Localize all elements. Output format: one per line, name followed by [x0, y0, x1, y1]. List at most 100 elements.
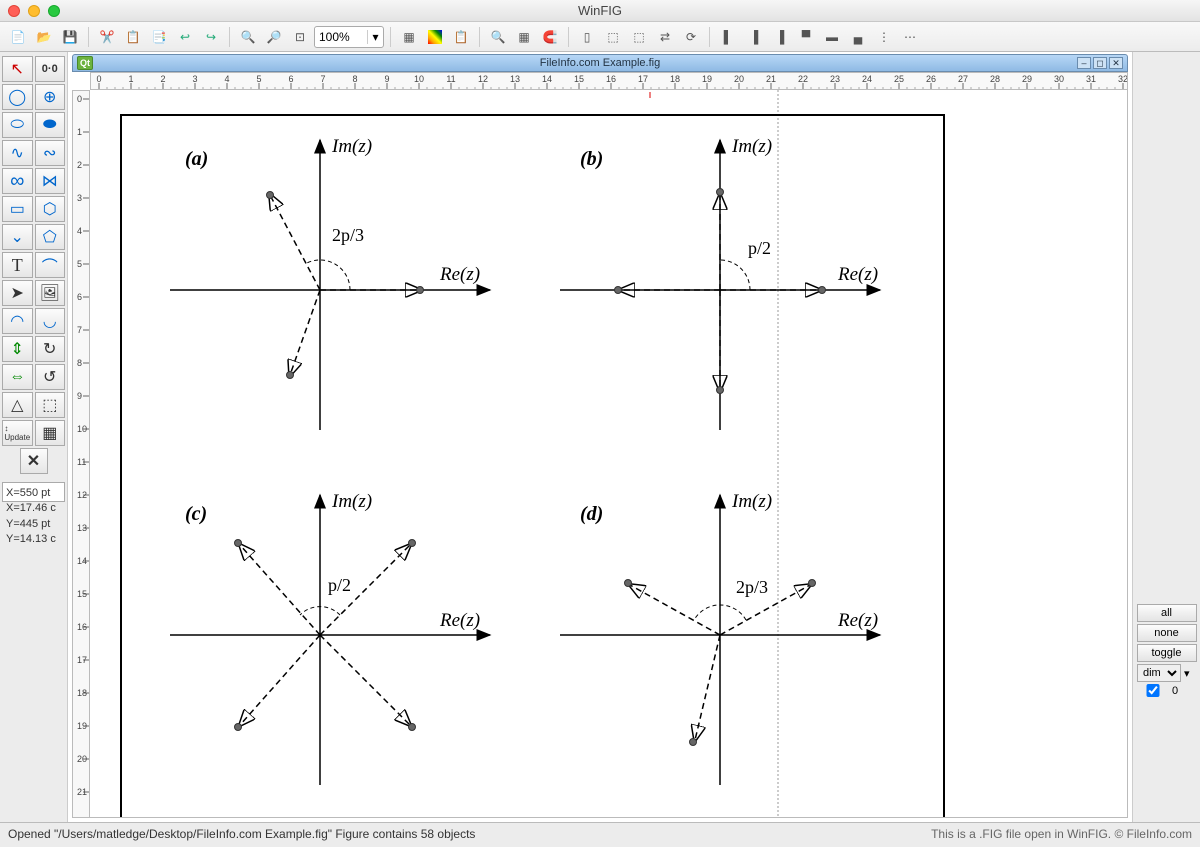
distribute-v-button[interactable]: ⋯	[898, 26, 922, 48]
rotate-cw-tool[interactable]: ↻	[35, 336, 66, 362]
statusbar: Opened "/Users/matledge/Desktop/FileInfo…	[0, 822, 1200, 844]
align-right-button[interactable]: ▐	[768, 26, 792, 48]
pointer-tool[interactable]: ↖	[2, 56, 33, 82]
none-button[interactable]: none	[1137, 624, 1197, 642]
image-tool[interactable]: 🖼	[35, 280, 66, 306]
handle[interactable]	[408, 539, 416, 547]
pie-arc-tool[interactable]: ◡	[35, 308, 66, 334]
spline-closed-tool[interactable]: ∾	[35, 140, 66, 166]
handle[interactable]	[808, 579, 816, 587]
align-middle-button[interactable]: ▬	[820, 26, 844, 48]
library-tool[interactable]: ▦	[35, 420, 66, 446]
doc-max-icon[interactable]: ◻	[1093, 57, 1107, 69]
cut-button[interactable]: ✂️	[95, 26, 119, 48]
doc-close-icon[interactable]: ✕	[1109, 57, 1123, 69]
handle[interactable]	[818, 286, 826, 294]
distribute-h-button[interactable]: ⋮	[872, 26, 896, 48]
zoom-input[interactable]	[315, 28, 367, 46]
zoom-text-tool[interactable]: 0·0	[35, 56, 66, 82]
svg-text:2: 2	[77, 160, 82, 170]
rotate-ccw-tool[interactable]: ↺	[35, 364, 66, 390]
new-file-button[interactable]: 📄	[6, 26, 30, 48]
flip-button[interactable]: ⇄	[653, 26, 677, 48]
dim-select[interactable]: dim	[1137, 664, 1181, 682]
handle[interactable]	[408, 723, 416, 731]
handle[interactable]	[689, 738, 697, 746]
grid-snap-button[interactable]: ▦	[512, 26, 536, 48]
magnet-button[interactable]: 🧲	[538, 26, 562, 48]
polygon-tool[interactable]: ⬡	[35, 196, 66, 222]
clipboard-button[interactable]: 📋	[449, 26, 473, 48]
colors-button[interactable]	[423, 26, 447, 48]
svg-text:9: 9	[384, 74, 389, 84]
zoom-dropdown-icon[interactable]: ▾	[367, 30, 383, 44]
rotate-button[interactable]: ⟳	[679, 26, 703, 48]
copy-button[interactable]: 📋	[121, 26, 145, 48]
ungroup-button[interactable]: ⬚	[627, 26, 651, 48]
handle[interactable]	[286, 371, 294, 379]
flip-h-tool[interactable]: ⇔	[2, 364, 33, 390]
align-bottom-button[interactable]: ▄	[846, 26, 870, 48]
handle[interactable]	[716, 188, 724, 196]
maximize-icon[interactable]	[48, 5, 60, 17]
doc-min-icon[interactable]: –	[1077, 57, 1091, 69]
handle[interactable]	[234, 723, 242, 731]
spline-open-tool[interactable]: ∿	[2, 140, 33, 166]
all-button[interactable]: all	[1137, 604, 1197, 622]
text-tool[interactable]: T	[2, 252, 33, 278]
rectangle-tool[interactable]: ▭	[2, 196, 33, 222]
save-file-button[interactable]: 💾	[58, 26, 82, 48]
svg-text:11: 11	[446, 74, 455, 84]
search-button[interactable]: 🔍	[486, 26, 510, 48]
ellipse-tool[interactable]: ◯	[2, 84, 33, 110]
document-titlebar: Qt FileInfo.com Example.fig – ◻ ✕	[72, 54, 1128, 72]
group-button[interactable]: ⬚	[601, 26, 625, 48]
update-tool[interactable]: ↕Update	[2, 420, 33, 446]
align-left-button[interactable]: ▌	[716, 26, 740, 48]
zoom-combo[interactable]: ▾	[314, 26, 384, 48]
flip-v-tool[interactable]: ⇕	[2, 336, 33, 362]
align-top-button[interactable]: ▀	[794, 26, 818, 48]
svg-text:3: 3	[192, 74, 197, 84]
align-center-button[interactable]: ▐	[742, 26, 766, 48]
svg-text:19: 19	[77, 721, 87, 731]
undo-button[interactable]: ↩	[173, 26, 197, 48]
document-area: Qt FileInfo.com Example.fig – ◻ ✕ 012345…	[68, 52, 1132, 822]
select-area-tool[interactable]: ⬚	[35, 392, 66, 418]
paste-button[interactable]: 📑	[147, 26, 171, 48]
open-file-button[interactable]: 📂	[32, 26, 56, 48]
zoom-in-button[interactable]: 🔍	[236, 26, 260, 48]
ellipse-center-tool[interactable]: ⊕	[35, 84, 66, 110]
arrow-tool[interactable]: ➤	[2, 280, 33, 306]
svg-text:6: 6	[288, 74, 293, 84]
arc-tool[interactable]: ⌒	[35, 252, 66, 278]
handle[interactable]	[614, 286, 622, 294]
toggle-button[interactable]: toggle	[1137, 644, 1197, 662]
svg-text:13: 13	[77, 523, 87, 533]
polyline-tool[interactable]: ⌄	[2, 224, 33, 250]
zoom-fit-button[interactable]: ⊡	[288, 26, 312, 48]
approx-spline-tool[interactable]: ⋈	[35, 168, 66, 194]
polygon-closed-tool[interactable]: ⬠	[35, 224, 66, 250]
edit-point-tool[interactable]: △	[2, 392, 33, 418]
redo-button[interactable]: ↪	[199, 26, 223, 48]
circle-center-tool[interactable]: ⬬	[35, 112, 66, 138]
layers-button[interactable]: ▯	[575, 26, 599, 48]
handle[interactable]	[716, 386, 724, 394]
handle[interactable]	[266, 191, 274, 199]
zoom-out-button[interactable]: 🔎	[262, 26, 286, 48]
svg-text:20: 20	[77, 754, 87, 764]
open-arc-tool[interactable]: ◠	[2, 308, 33, 334]
handle[interactable]	[624, 579, 632, 587]
close-icon[interactable]	[8, 5, 20, 17]
circle-tool[interactable]: ⬭	[2, 112, 33, 138]
handle[interactable]	[234, 539, 242, 547]
handle[interactable]	[416, 286, 424, 294]
minimize-icon[interactable]	[28, 5, 40, 17]
grid-button[interactable]: ▦	[397, 26, 421, 48]
svg-text:25: 25	[894, 74, 904, 84]
depth-checkbox[interactable]	[1137, 684, 1169, 697]
delete-tool[interactable]: ✕	[20, 448, 48, 474]
canvas[interactable]: (a) Im(z) Re(z)	[90, 90, 1128, 818]
interp-spline-tool[interactable]: ∞	[2, 168, 33, 194]
